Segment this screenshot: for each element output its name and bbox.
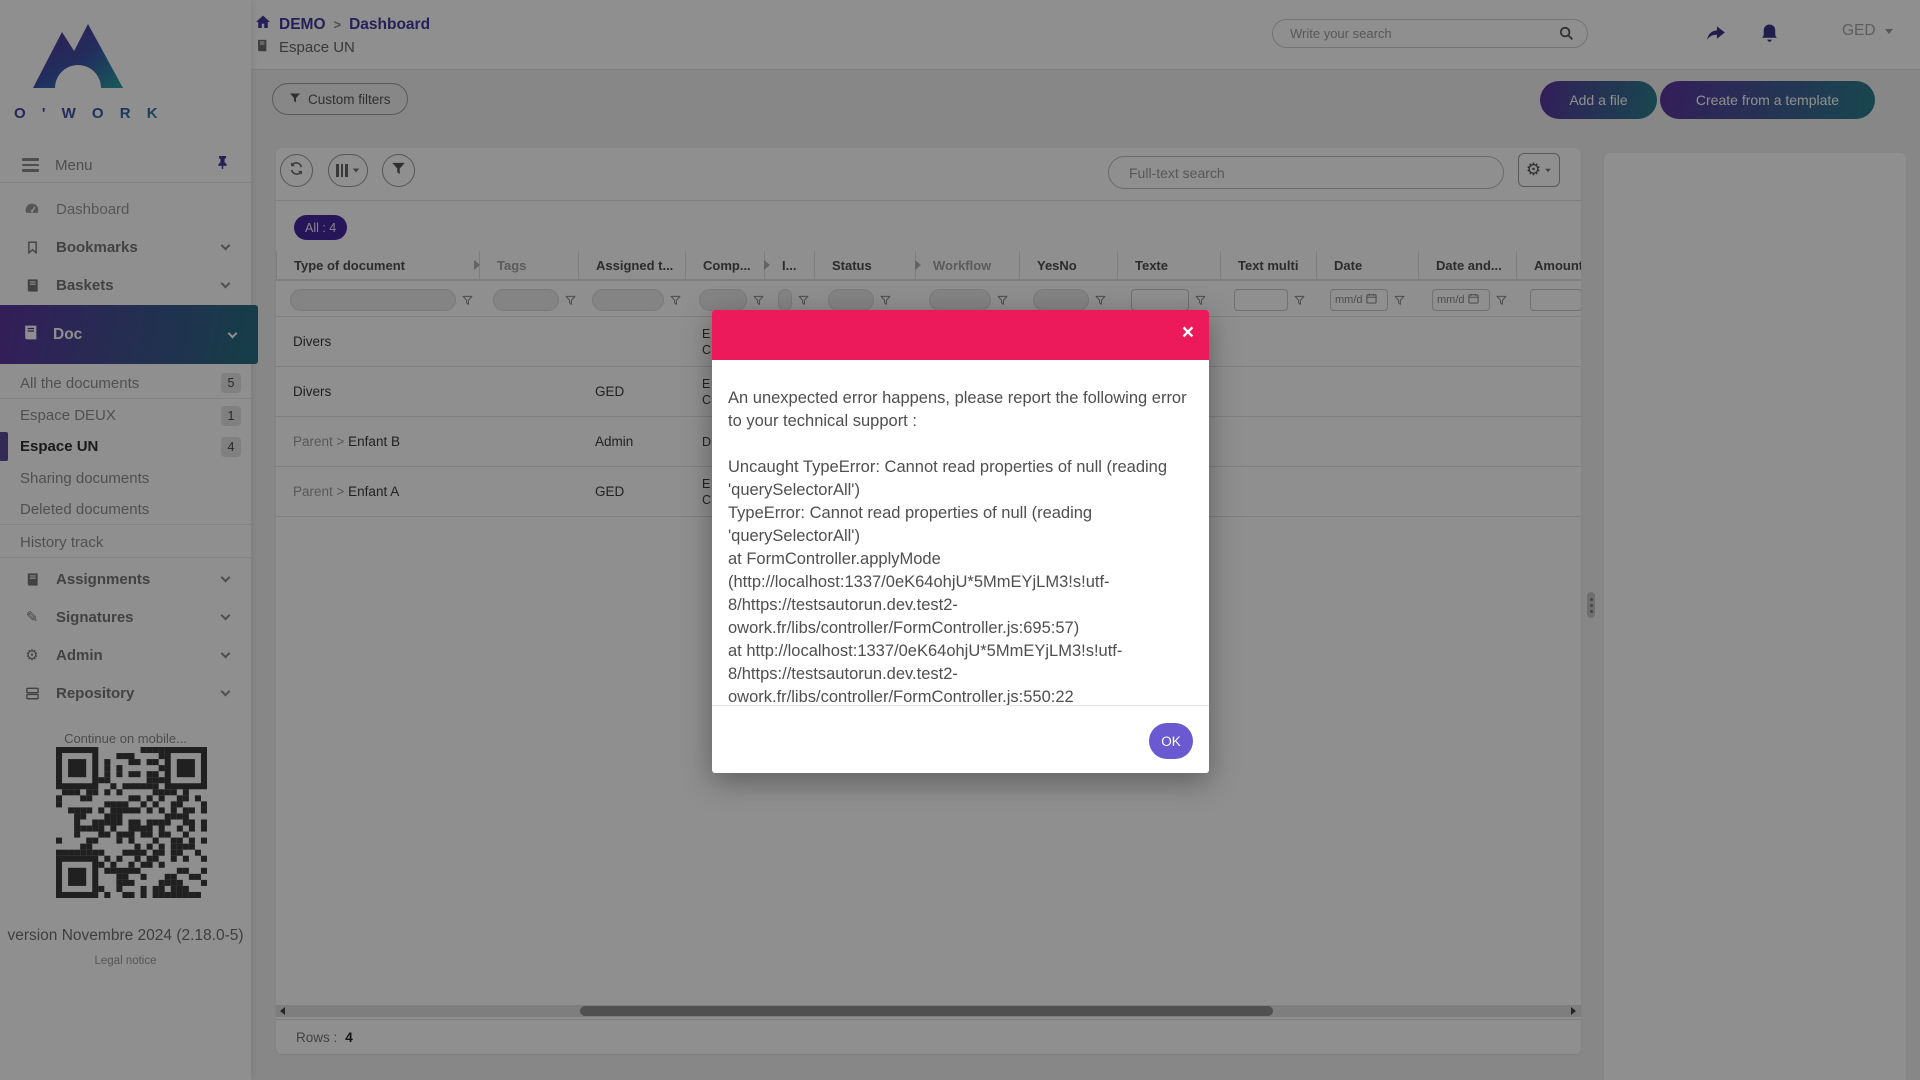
error-message-line: An unexpected error happens, please repo…: [728, 387, 1193, 433]
error-message: An unexpected error happens, please repo…: [712, 360, 1209, 709]
error-modal-header: ×: [712, 310, 1209, 360]
error-message-line: at http://localhost:1337/0eK64ohjU*5MmEY…: [728, 640, 1193, 709]
error-modal-footer: OK: [712, 705, 1209, 773]
close-icon[interactable]: ×: [1182, 322, 1194, 343]
ok-button[interactable]: OK: [1149, 723, 1193, 759]
error-message-line: at FormController.applyMode (http://loca…: [728, 548, 1193, 640]
error-message-line: TypeError: Cannot read properties of nul…: [728, 502, 1193, 548]
error-message-line: Uncaught TypeError: Cannot read properti…: [728, 456, 1193, 502]
error-message-line: [728, 433, 1193, 456]
error-modal: × An unexpected error happens, please re…: [712, 310, 1209, 773]
application-window: DEMO > Dashboard Espace UN GED: [0, 0, 1920, 1080]
